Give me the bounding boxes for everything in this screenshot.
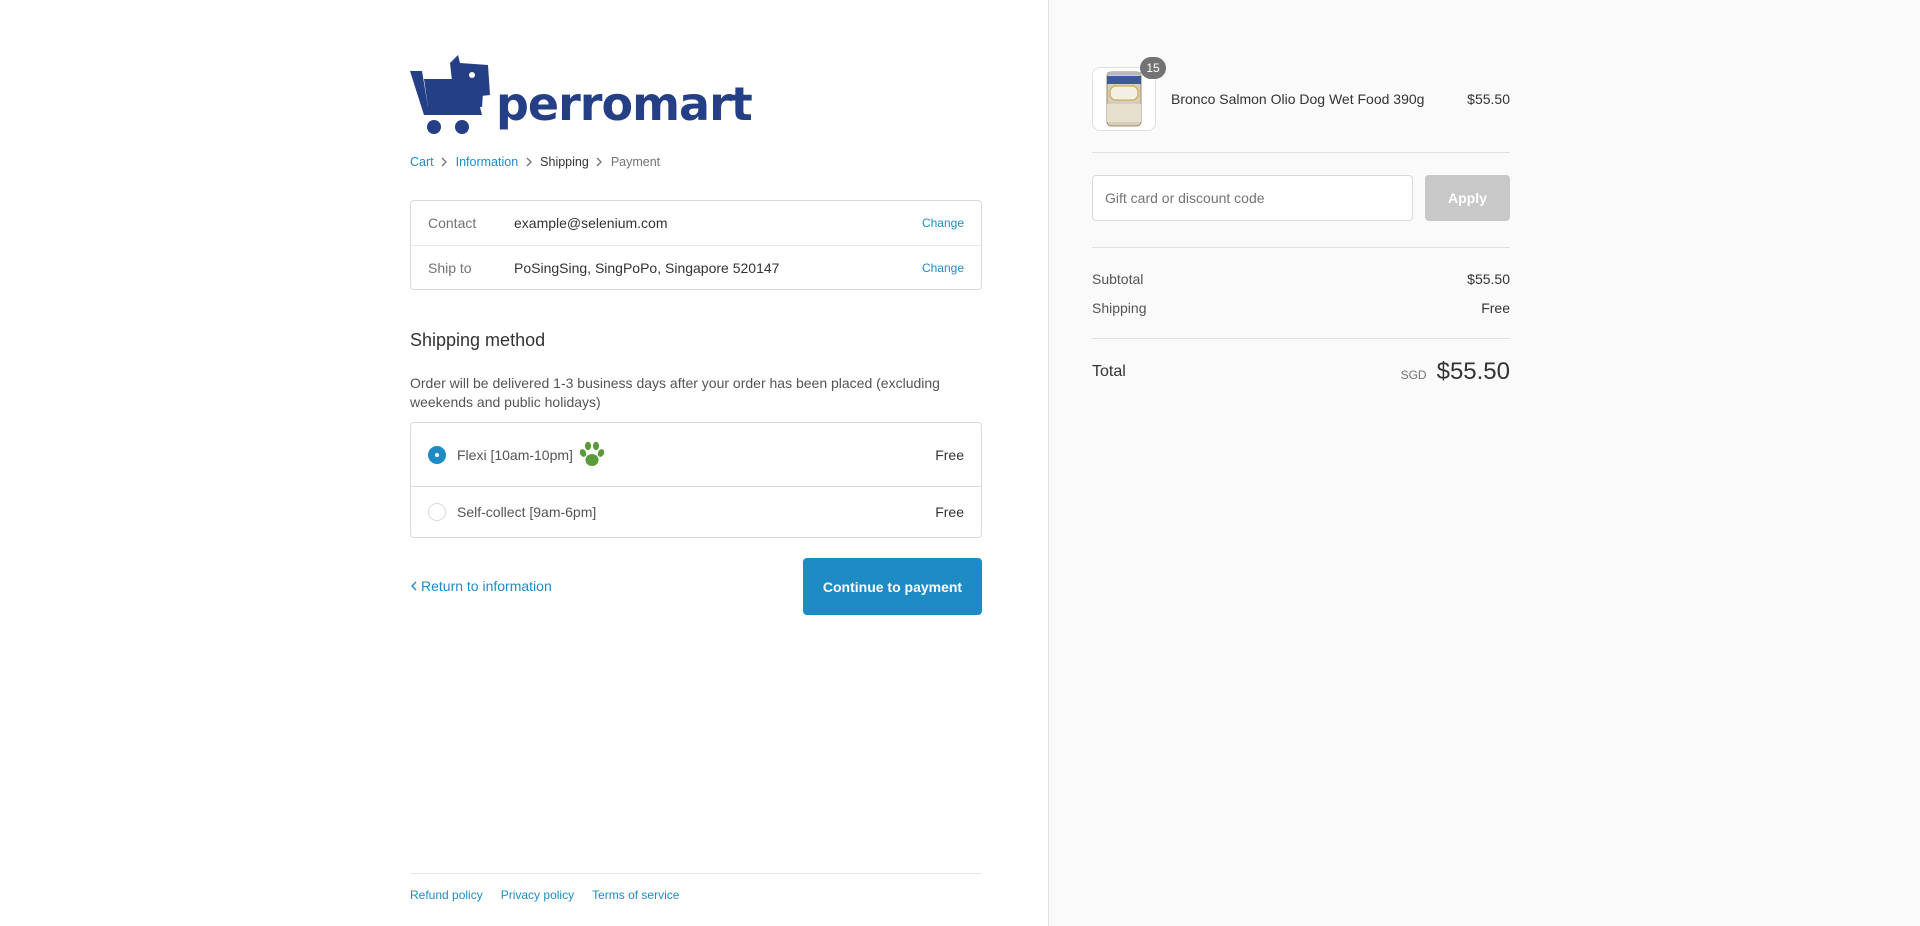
summary-divider (1092, 152, 1510, 153)
shipping-method-title: Shipping method (410, 330, 546, 350)
perromart-logo[interactable]: perromart (410, 55, 753, 137)
shipping-option-price: Free (935, 446, 964, 463)
contact-label: Contact (428, 215, 477, 231)
return-to-information-label: Return to information (421, 578, 552, 594)
review-ship-row: Ship to PoSingSing, SingPoPo, Singapore … (411, 245, 981, 289)
shipping-line: Shipping Free (1092, 300, 1510, 316)
subtotal-line: Subtotal $55.50 (1092, 271, 1510, 287)
shipping-value: Free (1481, 300, 1510, 316)
summary-divider (1092, 247, 1510, 248)
refund-policy-link[interactable]: Refund policy (410, 888, 483, 902)
shipping-label: Shipping (1092, 300, 1147, 316)
chevron-left-icon (410, 581, 417, 591)
discount-form: Apply (1092, 175, 1510, 221)
shipping-option-self-collect[interactable]: Self-collect [9am-6pm] Free (411, 486, 981, 537)
shipping-option-flexi[interactable]: Flexi [10am-10pm] Free (411, 423, 981, 486)
change-ship-to-link[interactable]: Change (922, 261, 964, 275)
order-line-item: 15 Bronco Salmon Olio Dog Wet Food 390g … (1092, 57, 1510, 131)
product-price: $55.50 (1467, 91, 1510, 107)
breadcrumb-cart[interactable]: Cart (410, 155, 434, 169)
currency-code: SGD (1400, 368, 1427, 382)
order-summary-panel (1048, 0, 1920, 926)
chevron-right-icon (589, 156, 611, 168)
review-block: Contact example@selenium.com Change Ship… (410, 200, 982, 290)
contact-value: example@selenium.com (514, 215, 668, 231)
total-label: Total (1092, 363, 1126, 380)
total-amount: $55.50 (1436, 358, 1510, 385)
privacy-policy-link[interactable]: Privacy policy (501, 888, 574, 902)
paw-print-icon (579, 441, 605, 469)
cart-dog-logo-icon (410, 55, 490, 134)
total-line: Total SGD $55.50 (1092, 358, 1510, 386)
shipping-option-self-collect-label: Self-collect [9am-6pm] (457, 504, 597, 520)
radio-button[interactable] (428, 503, 446, 521)
summary-divider (1092, 338, 1510, 339)
continue-to-payment-button[interactable]: Continue to payment (803, 558, 982, 615)
breadcrumb-payment: Payment (610, 155, 661, 169)
chevron-right-icon (434, 156, 456, 168)
breadcrumb-shipping: Shipping (540, 155, 589, 169)
shipping-option-price: Free (935, 504, 964, 520)
ship-to-label: Ship to (428, 259, 472, 276)
breadcrumb-information[interactable]: Information (456, 155, 519, 169)
apply-discount-button[interactable]: Apply (1425, 175, 1510, 221)
total-price: SGD $55.50 (1401, 358, 1510, 386)
product-name: Bronco Salmon Olio Dog Wet Food 390g (1171, 91, 1425, 107)
shipping-methods-list: Flexi [10am-10pm] Free Self-collect [9am… (410, 422, 982, 538)
subtotal-label: Subtotal (1092, 271, 1144, 287)
terms-of-service-link[interactable]: Terms of service (592, 888, 679, 902)
shipping-option-label: Flexi [10am-10pm] (457, 441, 605, 469)
subtotal-value: $55.50 (1467, 271, 1510, 287)
logo-wordmark: perromart (496, 77, 753, 131)
dog-food-can-image (1106, 71, 1142, 127)
review-contact-row: Contact example@selenium.com Change (411, 201, 981, 245)
chevron-right-icon (518, 156, 540, 168)
discount-code-input[interactable] (1092, 175, 1413, 221)
quantity-badge: 15 (1140, 57, 1166, 79)
radio-button-selected[interactable] (428, 445, 446, 464)
change-contact-link[interactable]: Change (922, 216, 964, 230)
shipping-method-description: Order will be delivered 1-3 business day… (410, 375, 940, 410)
breadcrumb: Cart Information Shipping Payment (410, 155, 660, 169)
policy-footer: Refund policy Privacy policy Terms of se… (410, 873, 982, 902)
product-thumbnail: 15 (1092, 57, 1166, 131)
shipping-option-flexi-label: Flexi [10am-10pm] (457, 446, 573, 463)
return-to-information-link[interactable]: Return to information (410, 578, 552, 594)
ship-to-value: PoSingSing, SingPoPo, Singapore 520147 (514, 259, 780, 276)
